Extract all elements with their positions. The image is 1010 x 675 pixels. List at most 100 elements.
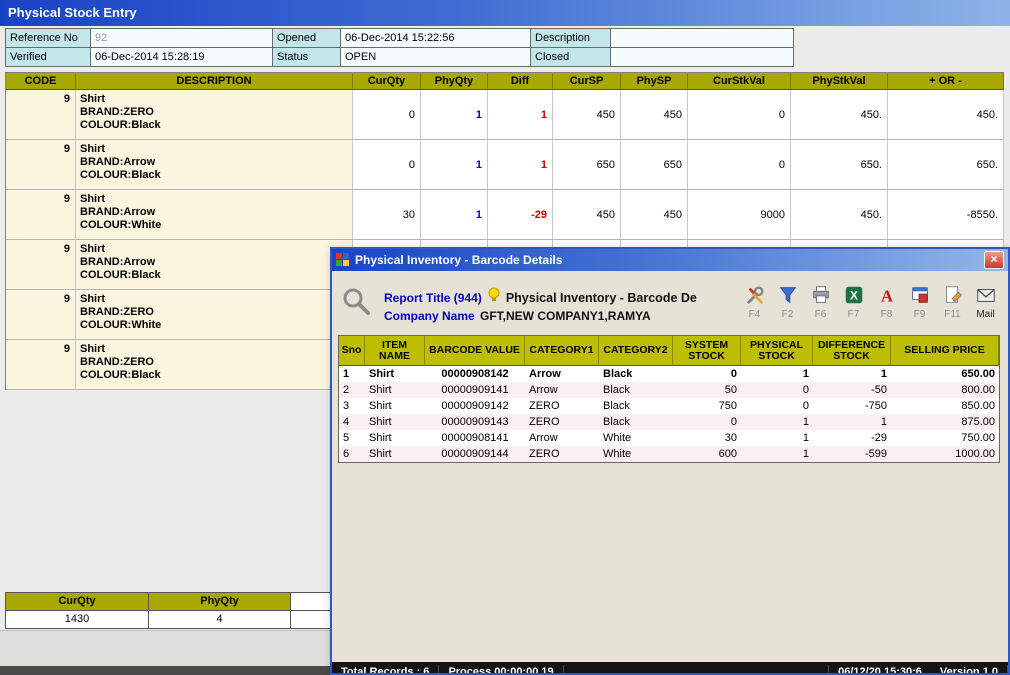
filter-icon bbox=[776, 283, 800, 307]
main-window-title: Physical Stock Entry bbox=[8, 5, 137, 20]
cell-sno: 4 bbox=[339, 414, 365, 430]
cell-description: Shirt BRAND:ZERO COLOUR:Black bbox=[76, 340, 353, 390]
cell-curstkval: 0 bbox=[688, 140, 791, 190]
reference-no-field[interactable]: 92 bbox=[91, 29, 273, 48]
stock-entry-header: Reference No 92 Opened 06-Dec-2014 15:22… bbox=[5, 28, 794, 67]
cell-category2: Black bbox=[599, 414, 673, 430]
cell-physical-stock: 0 bbox=[741, 382, 813, 398]
svg-text:A: A bbox=[881, 286, 893, 305]
cell-plusorminus: 450. bbox=[888, 90, 1004, 140]
desc-line: Shirt bbox=[80, 243, 105, 256]
tools-button[interactable]: F4 bbox=[738, 283, 771, 320]
cell-curqty: 30 bbox=[353, 190, 421, 240]
cell-barcode: 00000908141 bbox=[425, 430, 525, 446]
cell-physp: 450 bbox=[621, 190, 688, 240]
col-header-curstkval: CurStkVal bbox=[688, 73, 791, 90]
mail-button[interactable]: Mail bbox=[969, 283, 1002, 320]
cell-physp: 450 bbox=[621, 90, 688, 140]
cell-selling-price: 800.00 bbox=[891, 382, 999, 398]
toolbar-key-label: Mail bbox=[976, 309, 994, 320]
cell-code: 9 bbox=[6, 90, 76, 140]
cell-difference-stock: -50 bbox=[813, 382, 891, 398]
status-datetime: 06/12/20 15:30:6 bbox=[828, 665, 931, 675]
summary-blank-header bbox=[291, 593, 331, 611]
cell-category1: ZERO bbox=[525, 446, 599, 462]
edit-button[interactable]: F11 bbox=[936, 283, 969, 320]
bottom-panel bbox=[0, 630, 330, 667]
cell-physical-stock: 1 bbox=[741, 414, 813, 430]
col-header-curqty: CurQty bbox=[353, 73, 421, 90]
opened-field[interactable]: 06-Dec-2014 15:22:56 bbox=[341, 29, 531, 48]
cell-sno: 1 bbox=[339, 366, 365, 382]
cell-category1: ZERO bbox=[525, 398, 599, 414]
cell-code: 9 bbox=[6, 340, 76, 390]
pdf-button[interactable]: A F8 bbox=[870, 283, 903, 320]
pdf-icon: A bbox=[875, 283, 899, 307]
col-header-code: CODE bbox=[6, 73, 76, 90]
print-button[interactable]: F6 bbox=[804, 283, 837, 320]
dialog-title: Physical Inventory - Barcode Details bbox=[355, 253, 562, 267]
summary-curqty-header: CurQty bbox=[6, 593, 149, 611]
cell-barcode: 00000908142 bbox=[425, 366, 525, 382]
desc-line: BRAND:ZERO bbox=[80, 106, 154, 119]
toolbar-key-label: F8 bbox=[881, 309, 893, 320]
cell-item-name: Shirt bbox=[365, 414, 425, 430]
col-header-phyqty: PhyQty bbox=[421, 73, 488, 90]
description-field[interactable] bbox=[611, 29, 794, 48]
report-title-label: Report Title (944) bbox=[384, 291, 482, 305]
filter-button[interactable]: F2 bbox=[771, 283, 804, 320]
excel-icon: X bbox=[842, 283, 866, 307]
company-name-line: Company Name GFT,NEW COMPANY1,RAMYA bbox=[384, 309, 651, 323]
cell-system-stock: 600 bbox=[673, 446, 741, 462]
cell-cursp: 650 bbox=[553, 140, 621, 190]
search-icon[interactable] bbox=[340, 285, 372, 322]
desc-line: COLOUR:Black bbox=[80, 369, 161, 382]
cell-selling-price: 875.00 bbox=[891, 414, 999, 430]
cell-difference-stock: 1 bbox=[813, 414, 891, 430]
export-button[interactable]: F9 bbox=[903, 283, 936, 320]
cell-physical-stock: 1 bbox=[741, 366, 813, 382]
cell-description: Shirt BRAND:ZERO COLOUR:White bbox=[76, 290, 353, 340]
col-header-selling-price: SELLING PRICE bbox=[891, 336, 999, 366]
cell-cursp: 450 bbox=[553, 190, 621, 240]
export-icon bbox=[908, 283, 932, 307]
cell-category1: ZERO bbox=[525, 414, 599, 430]
dialog-titlebar[interactable]: Physical Inventory - Barcode Details × bbox=[332, 249, 1008, 271]
cell-system-stock: 0 bbox=[673, 414, 741, 430]
cell-sno: 2 bbox=[339, 382, 365, 398]
cell-description: Shirt BRAND:Arrow COLOUR:Black bbox=[76, 240, 353, 290]
excel-button[interactable]: X F7 bbox=[837, 283, 870, 320]
cell-plusorminus: 650. bbox=[888, 140, 1004, 190]
desc-line: Shirt bbox=[80, 93, 105, 106]
col-header-difference-stock: DIFFERENCE STOCK bbox=[813, 336, 891, 366]
cell-curstkval: 9000 bbox=[688, 190, 791, 240]
dialog-status-bar: Total Records : 6 Process 00:00:00.19 06… bbox=[332, 662, 1008, 675]
cell-category1: Arrow bbox=[525, 430, 599, 446]
barcode-details-dialog: Physical Inventory - Barcode Details × R… bbox=[330, 247, 1010, 675]
report-title-line: Report Title (944) Physical Inventory - … bbox=[384, 287, 697, 308]
verified-field[interactable]: 06-Dec-2014 15:28:19 bbox=[91, 48, 273, 67]
status-field[interactable]: OPEN bbox=[341, 48, 531, 67]
cell-system-stock: 750 bbox=[673, 398, 741, 414]
cell-sno: 5 bbox=[339, 430, 365, 446]
desc-line: COLOUR:White bbox=[80, 319, 161, 332]
cell-difference-stock: 1 bbox=[813, 366, 891, 382]
company-name-value: GFT,NEW COMPANY1,RAMYA bbox=[480, 309, 651, 323]
col-header-system-stock: SYSTEM STOCK bbox=[673, 336, 741, 366]
reference-no-label: Reference No bbox=[6, 29, 91, 48]
col-header-diff: Diff bbox=[488, 73, 553, 90]
desc-line: COLOUR:Black bbox=[80, 119, 161, 132]
close-icon[interactable]: × bbox=[984, 251, 1004, 269]
toolbar-key-label: F6 bbox=[815, 309, 827, 320]
cell-phystkval: 450. bbox=[791, 90, 888, 140]
cell-barcode: 00000909144 bbox=[425, 446, 525, 462]
toolbar-key-label: F11 bbox=[944, 309, 961, 320]
closed-field[interactable] bbox=[611, 48, 794, 67]
summary-curqty-value: 1430 bbox=[6, 611, 149, 629]
desc-line: COLOUR:Black bbox=[80, 269, 161, 282]
desc-line: Shirt bbox=[80, 343, 105, 356]
process-time: Process 00:00:00.19 bbox=[439, 665, 563, 675]
cell-diff: -29 bbox=[488, 190, 553, 240]
screen: Physical Stock Entry Reference No 92 Ope… bbox=[0, 0, 1010, 675]
main-window-titlebar[interactable]: Physical Stock Entry bbox=[0, 0, 1010, 26]
